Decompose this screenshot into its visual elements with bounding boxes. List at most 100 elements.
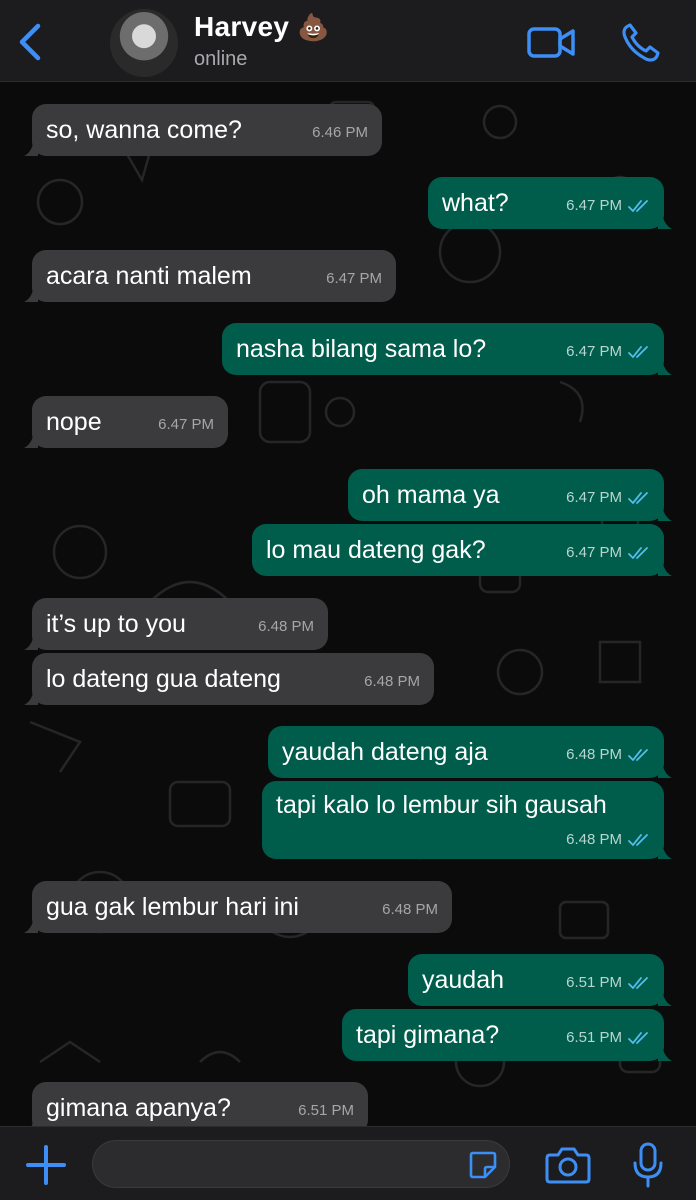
- message-text: tapi kalo lo lembur sih gausah: [276, 791, 607, 819]
- message-field[interactable]: [92, 1140, 510, 1189]
- message-time: 6.48 PM: [382, 901, 438, 918]
- contact-name-text: Harvey: [194, 11, 290, 42]
- message-meta: 6.46 PM: [312, 124, 368, 142]
- outgoing-message[interactable]: lo mau dateng gak? 6.47 PM: [252, 524, 672, 576]
- outgoing-message[interactable]: tapi kalo lo lembur sih gausah 6.48 PM: [262, 781, 672, 859]
- message-text: it’s up to you: [46, 610, 186, 638]
- message-text: lo mau dateng gak?: [266, 536, 486, 564]
- bubble-tail: [31, 1118, 38, 1126]
- message-text: yaudah: [422, 966, 505, 994]
- composer-bar: [0, 1126, 696, 1200]
- poop-emoji-icon: 💩: [297, 12, 330, 42]
- message-meta: 6.47 PM: [326, 270, 382, 288]
- double-check-read-icon: [628, 200, 648, 212]
- message-meta: 6.48 PM: [566, 746, 650, 764]
- outgoing-message[interactable]: yaudah dateng aja 6.48 PM: [268, 726, 672, 778]
- sticker-icon[interactable]: [467, 1149, 499, 1181]
- message-input[interactable]: [109, 1141, 453, 1189]
- microphone-icon[interactable]: [628, 1141, 668, 1189]
- incoming-message[interactable]: so, wanna come? 6.46 PM: [24, 104, 382, 156]
- plus-icon[interactable]: [24, 1143, 68, 1187]
- double-check-read-icon: [628, 547, 648, 559]
- incoming-message[interactable]: it’s up to you 6.48 PM: [24, 598, 328, 650]
- message-meta: 6.47 PM: [566, 489, 650, 507]
- message-time: 6.47 PM: [158, 416, 214, 433]
- incoming-message[interactable]: nope 6.47 PM: [24, 396, 228, 448]
- bubble-tail: [658, 560, 672, 576]
- bubble-tail: [658, 843, 672, 859]
- message-text: gua gak lembur hari ini: [46, 893, 299, 921]
- bubble-tail: [24, 140, 38, 156]
- message-meta: 6.48 PM: [566, 831, 650, 849]
- outgoing-message[interactable]: what? 6.47 PM: [428, 177, 672, 229]
- message-time: 6.51 PM: [298, 1102, 354, 1119]
- message-text: nope: [46, 408, 102, 436]
- message-text: yaudah dateng aja: [282, 738, 488, 766]
- message-time: 6.48 PM: [258, 618, 314, 635]
- incoming-message[interactable]: gua gak lembur hari ini 6.48 PM: [24, 881, 452, 933]
- bubble-tail: [658, 359, 672, 375]
- contact-avatar[interactable]: [110, 9, 178, 77]
- message-text: nasha bilang sama lo?: [236, 335, 487, 363]
- message-meta: 6.48 PM: [382, 901, 438, 919]
- bubble-tail: [658, 1045, 672, 1061]
- incoming-message[interactable]: lo dateng gua dateng 6.48 PM: [24, 653, 434, 705]
- video-camera-icon[interactable]: [524, 18, 578, 66]
- message-time: 6.47 PM: [566, 489, 622, 506]
- bubble-tail: [24, 286, 38, 302]
- message-text: gimana apanya?: [46, 1094, 231, 1122]
- bubble-tail: [24, 917, 38, 933]
- phone-icon[interactable]: [614, 18, 668, 66]
- message-meta: 6.48 PM: [258, 618, 314, 636]
- chat-header: Harvey 💩 online: [0, 0, 696, 82]
- message-meta: 6.47 PM: [158, 416, 214, 434]
- bubble-tail: [658, 213, 672, 229]
- message-time: 6.48 PM: [364, 673, 420, 690]
- message-time: 6.47 PM: [566, 544, 622, 561]
- message-text: lo dateng gua dateng: [46, 665, 281, 693]
- message-time: 6.51 PM: [566, 974, 622, 991]
- double-check-read-icon: [628, 346, 648, 358]
- message-meta: 6.47 PM: [566, 544, 650, 562]
- double-check-read-icon: [628, 977, 648, 989]
- back-chevron-icon[interactable]: [10, 18, 50, 66]
- bubble-tail: [24, 689, 38, 705]
- message-text: what?: [442, 189, 509, 217]
- incoming-message[interactable]: gimana apanya? 6.51 PM: [31, 1082, 368, 1126]
- contact-name[interactable]: Harvey 💩: [194, 11, 330, 43]
- message-time: 6.51 PM: [566, 1029, 622, 1046]
- camera-icon[interactable]: [544, 1145, 592, 1185]
- message-list[interactable]: so, wanna come? 6.46 PM what? 6.47 PM acara …: [0, 82, 696, 1126]
- outgoing-message[interactable]: nasha bilang sama lo? 6.47 PM: [222, 323, 672, 375]
- message-time: 6.46 PM: [312, 124, 368, 141]
- bubble-tail: [658, 762, 672, 778]
- message-meta: 6.51 PM: [298, 1102, 354, 1120]
- message-meta: 6.47 PM: [566, 343, 650, 361]
- message-text: tapi gimana?: [356, 1021, 500, 1049]
- message-meta: 6.51 PM: [566, 1029, 650, 1047]
- incoming-message[interactable]: acara nanti malem 6.47 PM: [24, 250, 396, 302]
- message-time: 6.47 PM: [326, 270, 382, 287]
- message-time: 6.47 PM: [566, 197, 622, 214]
- message-time: 6.48 PM: [566, 831, 622, 848]
- outgoing-message[interactable]: yaudah 6.51 PM: [408, 954, 672, 1006]
- message-meta: 6.47 PM: [566, 197, 650, 215]
- message-text: acara nanti malem: [46, 262, 252, 290]
- message-time: 6.48 PM: [566, 746, 622, 763]
- double-check-read-icon: [628, 1032, 648, 1044]
- message-time: 6.47 PM: [566, 343, 622, 360]
- outgoing-message[interactable]: oh mama ya 6.47 PM: [348, 469, 672, 521]
- message-text: oh mama ya: [362, 481, 500, 509]
- double-check-read-icon: [628, 834, 648, 846]
- bubble-tail: [24, 634, 38, 650]
- bubble-tail: [658, 990, 672, 1006]
- contact-status: online: [194, 48, 248, 70]
- bubble-tail: [24, 432, 38, 448]
- double-check-read-icon: [628, 749, 648, 761]
- outgoing-message[interactable]: tapi gimana? 6.51 PM: [342, 1009, 672, 1061]
- message-meta: 6.51 PM: [566, 974, 650, 992]
- bubble-tail: [658, 505, 672, 521]
- message-text: so, wanna come?: [46, 116, 242, 144]
- double-check-read-icon: [628, 492, 648, 504]
- message-meta: 6.48 PM: [364, 673, 420, 691]
